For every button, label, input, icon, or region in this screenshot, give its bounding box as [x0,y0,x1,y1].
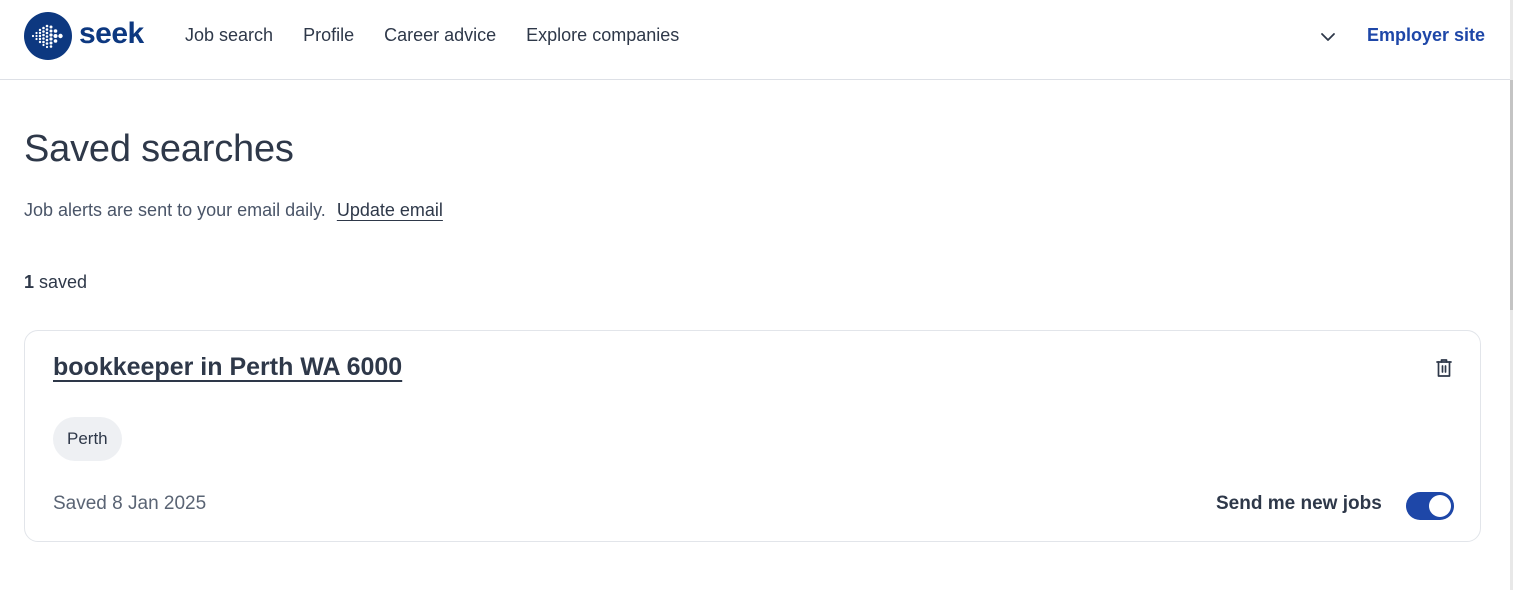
saved-count-label: saved [34,272,88,292]
brand-name: seek [79,17,144,50]
location-tag: Perth [53,417,122,461]
main-nav: Job search Profile Career advice Explore… [185,25,679,46]
seek-logo-mark [24,12,72,60]
email-alert-text: Job alerts are sent to your email daily. [24,200,326,220]
saved-count: 1 saved [24,272,87,293]
page-title: Saved searches [24,128,294,170]
nav-explore-companies[interactable]: Explore companies [526,25,679,46]
chevron-down-icon[interactable] [1318,27,1338,47]
seek-logo-dots-icon [31,24,63,49]
nav-profile[interactable]: Profile [303,25,354,46]
saved-date: Saved 8 Jan 2025 [53,493,207,514]
toggle-knob [1429,495,1451,517]
send-new-jobs-label: Send me new jobs [1216,493,1382,514]
nav-job-search[interactable]: Job search [185,25,273,46]
seek-logo[interactable]: seek [24,12,144,60]
email-alert-info: Job alerts are sent to your email daily.… [24,200,443,221]
nav-career-advice[interactable]: Career advice [384,25,496,46]
saved-search-title-link[interactable]: bookkeeper in Perth WA 6000 [53,353,402,382]
send-new-jobs-toggle[interactable] [1406,492,1454,520]
saved-search-card: bookkeeper in Perth WA 6000 Perth Saved … [24,330,1481,542]
saved-count-number: 1 [24,272,35,292]
update-email-link[interactable]: Update email [337,200,443,220]
employer-site-link[interactable]: Employer site [1367,25,1485,46]
top-navigation-bar: seek Job search Profile Career advice Ex… [0,0,1513,80]
trash-icon[interactable] [1434,357,1454,379]
